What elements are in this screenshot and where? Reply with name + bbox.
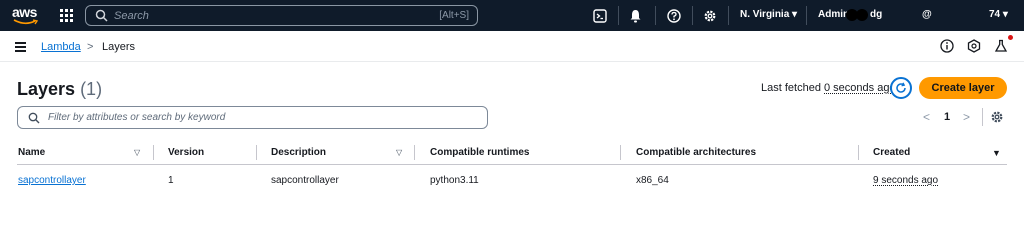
layer-created: 9 seconds ago (873, 175, 939, 186)
cloudshell-icon[interactable] (592, 8, 607, 23)
breadcrumb-separator: > (87, 41, 94, 53)
notifications-bell-icon[interactable] (628, 8, 643, 23)
region-selector[interactable]: N. Virginia ▾ (740, 9, 797, 20)
settings-gear-icon[interactable] (702, 8, 717, 23)
search-icon (28, 112, 40, 123)
current-page-number[interactable]: 1 (944, 111, 950, 123)
page-title: Layers (1) (17, 79, 102, 100)
page-title-text: Layers (17, 79, 76, 99)
side-navigation-toggle[interactable] (10, 37, 30, 57)
filter-input[interactable]: Filter by attributes or search by keywor… (17, 106, 488, 129)
filter-placeholder: Filter by attributes or search by keywor… (48, 112, 226, 123)
search-placeholder: Search (114, 9, 149, 22)
topbar-divider (655, 6, 656, 25)
breadcrumb-lambda-link[interactable]: Lambda (41, 41, 81, 53)
sort-icon[interactable]: ▽ (396, 148, 402, 157)
sort-icon[interactable]: ▽ (134, 148, 140, 157)
layer-name-link[interactable]: sapcontrollayer (18, 175, 86, 186)
account-suffix[interactable]: 74 ▾ (989, 9, 1008, 20)
column-header-name[interactable]: Name (18, 147, 45, 158)
column-header-runtimes[interactable]: Compatible runtimes (430, 147, 529, 158)
layer-architectures: x86_64 (636, 175, 669, 186)
ai-assistant-icon[interactable] (967, 39, 981, 53)
column-header-created[interactable]: Created (873, 147, 910, 158)
last-fetched-value: 0 seconds ago (824, 82, 896, 94)
topbar-divider (692, 6, 693, 25)
pagination-divider (982, 108, 983, 126)
notification-dot (1008, 35, 1013, 40)
account-mid: dg (870, 9, 883, 20)
account-menu[interactable]: Admin (818, 9, 849, 20)
global-search-input[interactable]: Search [Alt+S] (85, 5, 478, 26)
redaction-mark (856, 9, 868, 21)
layers-count: (1) (80, 79, 103, 99)
column-header-version[interactable]: Version (168, 147, 204, 158)
refresh-icon (896, 82, 906, 93)
services-grid-icon[interactable] (60, 9, 73, 22)
topbar-divider (728, 6, 729, 25)
topbar-divider (618, 6, 619, 25)
column-header-architectures[interactable]: Compatible architectures (636, 147, 756, 158)
column-separator (414, 145, 415, 160)
breadcrumb-bar: Lambda > Layers (0, 31, 1024, 62)
search-icon (95, 9, 108, 22)
topbar-divider (806, 6, 807, 25)
refresh-button[interactable] (890, 77, 912, 99)
table-header-divider (17, 164, 1007, 165)
layer-runtimes: python3.11 (430, 175, 479, 186)
breadcrumb-current: Layers (102, 41, 136, 53)
account-at: @ (922, 9, 932, 20)
search-shortcut: [Alt+S] (439, 10, 469, 21)
aws-smile-icon (13, 19, 39, 25)
account-prefix: Admin (818, 9, 850, 20)
next-page-button[interactable]: > (963, 110, 970, 124)
column-separator (620, 145, 621, 160)
layer-description: sapcontrollayer (271, 175, 339, 186)
last-fetched-label: Last fetched (761, 82, 821, 94)
help-icon[interactable] (666, 8, 681, 23)
flask-icon[interactable] (994, 39, 1008, 53)
column-separator (256, 145, 257, 160)
aws-logo-text: aws (12, 4, 37, 20)
info-icon[interactable] (940, 39, 954, 53)
previous-page-button[interactable]: < (923, 110, 930, 124)
column-header-description[interactable]: Description (271, 147, 326, 158)
column-separator (858, 145, 859, 160)
top-navigation-bar: aws Search [Alt+S] N. Virginia ▾ Admin d (0, 0, 1024, 31)
table-preferences-gear-icon[interactable] (990, 110, 1004, 124)
layer-version: 1 (168, 175, 174, 186)
last-fetched: Last fetched 0 seconds ago (761, 82, 896, 94)
aws-logo[interactable]: aws (12, 5, 42, 27)
sort-descending-icon[interactable]: ▼ (992, 148, 1001, 158)
create-layer-button[interactable]: Create layer (919, 77, 1007, 99)
column-separator (153, 145, 154, 160)
